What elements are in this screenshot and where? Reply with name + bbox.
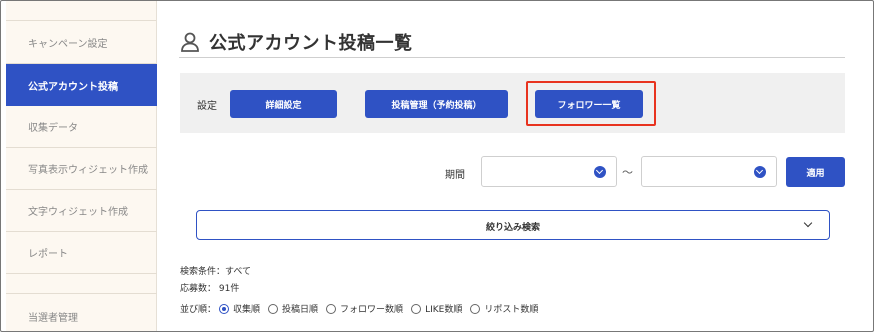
sidebar-item-winner-management[interactable]: 当選者管理 [6, 295, 157, 331]
period-label: 期間 [445, 170, 465, 181]
period-separator: 〜 [622, 166, 633, 179]
sidebar-item-label: 公式アカウント投稿 [28, 81, 118, 93]
chevron-down-icon [754, 166, 766, 178]
sidebar-item-label: 文字ウィジェット作成 [28, 207, 128, 218]
sort-option-label: 収集順 [233, 305, 261, 315]
sidebar-item-label: 当選者管理 [28, 312, 78, 324]
sidebar-item-label: 収集データ [28, 123, 78, 134]
radio-icon [326, 303, 337, 314]
sidebar-item-campaign-settings[interactable]: キャンペーン設定 [6, 22, 157, 64]
period-end-select[interactable] [641, 156, 777, 187]
sort-radio-collected[interactable]: 収集順 [219, 302, 260, 315]
sidebar-item-label: キャンペーン設定 [28, 39, 108, 50]
detail-settings-button[interactable]: 詳細設定 [230, 90, 337, 118]
period-start-select[interactable] [481, 156, 617, 187]
sort-options: 並び順： 収集順 投稿日順 フォロワー数順 LIKE数順 リポスト数順 [180, 302, 546, 315]
radio-icon [268, 303, 279, 314]
sort-option-label: リポスト数順 [484, 305, 539, 315]
highlight-box [526, 81, 656, 126]
chevron-down-icon [594, 166, 606, 178]
sort-radio-likes[interactable]: LIKE数順 [411, 302, 462, 315]
sidebar-item-label: レポート [28, 249, 68, 260]
sidebar-item-official-account-posts[interactable]: 公式アカウント投稿 [6, 64, 157, 106]
sidebar-item-label: 写真表示ウィジェット作成 [28, 165, 148, 176]
radio-icon [411, 303, 422, 314]
sort-option-label: LIKE数順 [425, 305, 463, 315]
sort-option-label: フォロワー数順 [340, 305, 404, 315]
sort-option-label: 投稿日順 [282, 305, 319, 315]
sidebar-item-photo-widget[interactable]: 写真表示ウィジェット作成 [6, 148, 157, 190]
sort-radio-reposts[interactable]: リポスト数順 [470, 302, 538, 315]
sidebar-item-collected-data[interactable]: 収集データ [6, 106, 157, 148]
sort-radio-followers[interactable]: フォロワー数順 [326, 302, 403, 315]
entry-count: 応募数： 91件 [180, 284, 240, 294]
apply-button[interactable]: 適用 [786, 157, 845, 187]
sidebar-item-text-widget[interactable]: 文字ウィジェット作成 [6, 190, 157, 232]
app-window: キャンペーン設定 公式アカウント投稿 収集データ 写真表示ウィジェット作成 文字… [0, 0, 874, 332]
sidebar-item-report[interactable]: レポート [6, 232, 157, 274]
sidebar: キャンペーン設定 公式アカウント投稿 収集データ 写真表示ウィジェット作成 文字… [6, 1, 157, 331]
settings-label: 設定 [197, 101, 217, 112]
post-management-button[interactable]: 投稿管理（予約投稿） [365, 90, 508, 118]
radio-icon [470, 303, 481, 314]
page-header: 公式アカウント投稿一覧 [179, 26, 845, 58]
sort-label: 並び順： [180, 305, 217, 315]
search-conditions: 検索条件：すべて [180, 267, 252, 277]
sort-radio-post-date[interactable]: 投稿日順 [268, 302, 318, 315]
user-icon [179, 31, 201, 53]
page-title: 公式アカウント投稿一覧 [209, 32, 413, 54]
radio-checked-icon [219, 303, 230, 314]
filter-search-toggle[interactable]: 絞り込み検索 [196, 210, 830, 240]
filter-search-label: 絞り込み検索 [485, 223, 540, 233]
sidebar-top-spacer [6, 1, 156, 21]
sidebar-divider [6, 274, 157, 294]
